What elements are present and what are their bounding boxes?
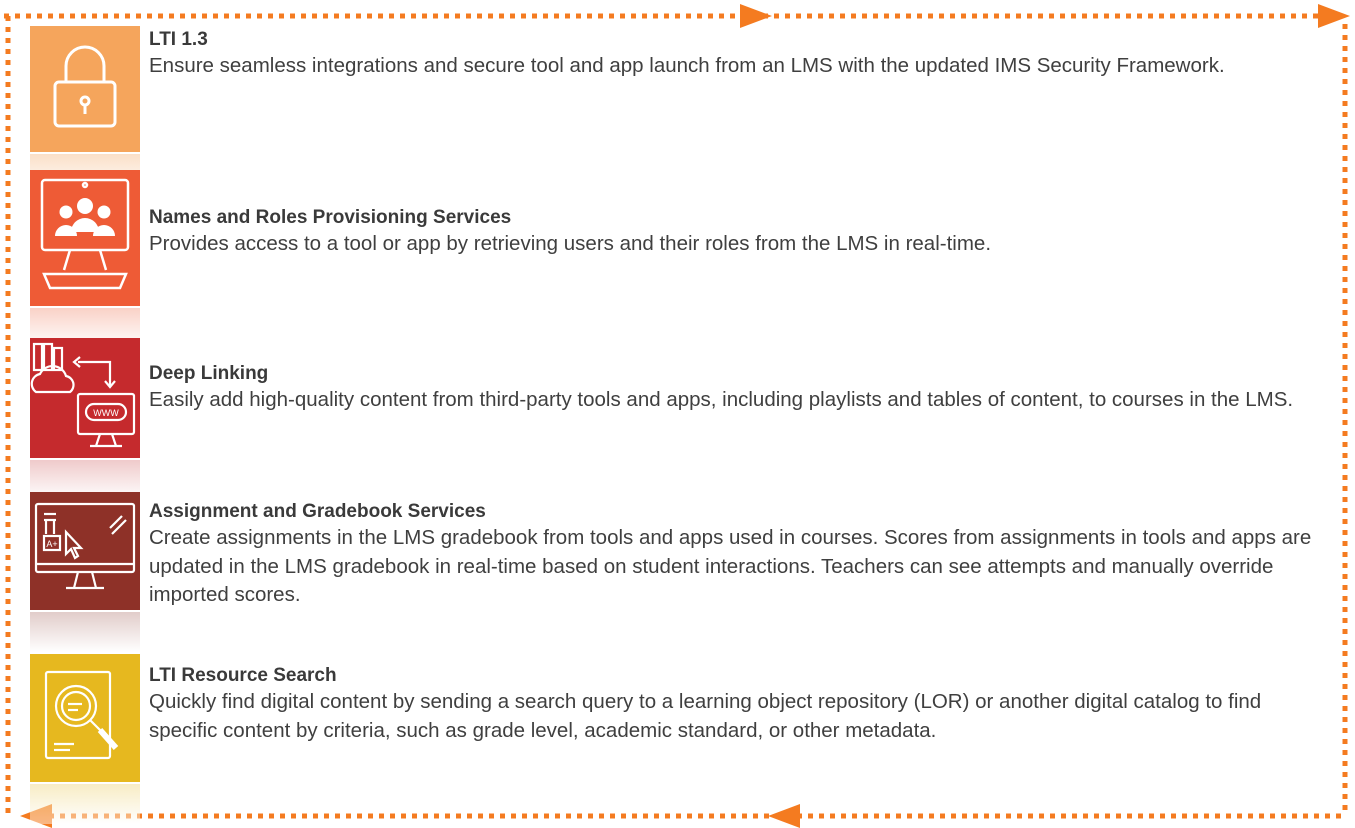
feature-title: Names and Roles Provisioning Services	[149, 207, 512, 228]
feature-title: Deep Linking	[149, 363, 269, 384]
feature-tile	[30, 26, 140, 152]
feature-tile: WWW	[30, 338, 140, 458]
feature-deep-linking: WWW Deep Linking Easily add high-quality…	[30, 338, 1330, 500]
feature-description: Provides access to a tool or app by retr…	[149, 232, 992, 255]
feature-tile	[30, 654, 140, 782]
feature-description: Easily add high-quality content from thi…	[149, 388, 1294, 411]
feature-lti-13: LTI 1.3 Ensure seamless integrations and…	[30, 26, 1330, 194]
feature-tile	[30, 170, 140, 306]
feature-tile: A+	[30, 492, 140, 610]
feature-title: LTI 1.3	[149, 29, 208, 50]
feature-assignment-gradebook: A+ Assignment and Gradebook Services Cre…	[30, 492, 1330, 652]
feature-description: Ensure seamless integrations and secure …	[149, 54, 1225, 77]
feature-resource-search: LTI Resource Search Quickly find digital…	[30, 654, 1330, 824]
arrow-left-icon	[768, 804, 800, 828]
feature-title: LTI Resource Search	[149, 665, 337, 686]
feature-description: Quickly find digital content by sending …	[149, 690, 1262, 742]
feature-names-roles: Names and Roles Provisioning Services Pr…	[30, 170, 1330, 348]
feature-title: Assignment and Gradebook Services	[149, 501, 486, 522]
arrow-right-icon	[1318, 4, 1350, 28]
www-label: WWW	[93, 408, 119, 418]
grade-label: A+	[46, 539, 57, 549]
feature-description: Create assignments in the LMS gradebook …	[149, 526, 1312, 606]
arrow-right-icon	[740, 4, 772, 28]
